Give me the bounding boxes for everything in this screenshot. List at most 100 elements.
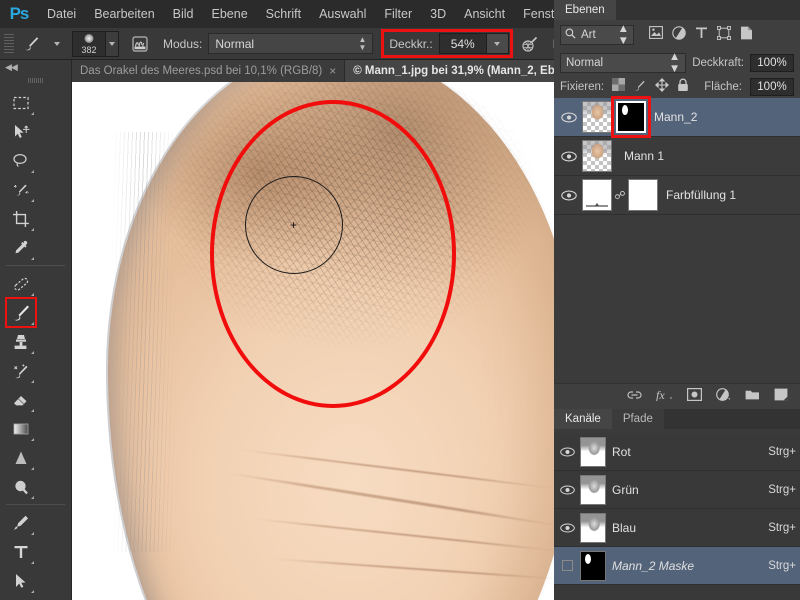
layer-mask-thumbnail[interactable] — [611, 96, 651, 138]
channel-row-mann-2-maske[interactable]: Mann_2 Maske Strg+ — [554, 547, 800, 585]
channel-thumbnail[interactable] — [580, 512, 606, 543]
shape-tool[interactable] — [6, 595, 36, 600]
layer-thumbnail[interactable] — [582, 140, 612, 172]
layer-visibility-toggle[interactable] — [556, 112, 582, 123]
menu-item-ansicht[interactable]: Ansicht — [455, 0, 514, 28]
brush-preset-dropdown-arrow[interactable] — [44, 32, 70, 56]
fill-label: Fläche: — [704, 81, 742, 93]
tab-ebenen[interactable]: Ebenen — [554, 0, 616, 20]
gradient-tool[interactable] — [6, 414, 36, 443]
eyedropper-tool[interactable] — [6, 233, 36, 262]
channel-row-rot[interactable]: Rot Strg+ — [554, 433, 800, 471]
document-tab-label-active: © Mann_1.jpg bei 31,9% (Mann_2, Eber — [353, 65, 566, 77]
menu-item-bearbeiten[interactable]: Bearbeiten — [85, 0, 163, 28]
brush-size-preset[interactable]: 382 — [72, 30, 106, 57]
chevron-updown-icon: ▲ ▼ — [617, 23, 629, 47]
fill-layer-mask-thumbnail[interactable] — [628, 179, 658, 211]
move-tool[interactable] — [6, 117, 36, 146]
dodge-tool[interactable] — [6, 472, 36, 501]
canvas-image: + — [72, 82, 554, 600]
layer-thumbnail[interactable] — [582, 101, 612, 133]
adjustment-layer-filter-icon[interactable] — [672, 25, 686, 45]
new-group-icon[interactable] — [745, 388, 760, 406]
document-tab-mann1[interactable]: © Mann_1.jpg bei 31,9% (Mann_2, Eber — [345, 60, 575, 82]
channel-thumbnail[interactable] — [580, 436, 606, 467]
airbrush-toggle-icon[interactable] — [517, 32, 543, 56]
healing-brush-tool[interactable] — [6, 269, 36, 298]
channel-thumbnail[interactable] — [580, 550, 606, 581]
channel-row-blau[interactable]: Blau Strg+ — [554, 509, 800, 547]
tab-pfade[interactable]: Pfade — [611, 409, 664, 429]
smart-object-filter-icon[interactable] — [740, 26, 753, 45]
blur-tool[interactable] — [6, 443, 36, 472]
tab-kanaele[interactable]: Kanäle — [554, 409, 612, 429]
menu-item-datei[interactable]: Datei — [38, 0, 85, 28]
channel-name-gruen: Grün — [612, 482, 639, 497]
options-bar-grip[interactable] — [4, 34, 14, 54]
document-tab-orakel[interactable]: Das Orakel des Meeres.psd bei 10,1% (RGB… — [72, 60, 346, 82]
layer-row-mann-1[interactable]: Mann 1 — [554, 137, 800, 176]
lock-image-icon[interactable] — [633, 78, 647, 97]
lasso-tool[interactable] — [6, 146, 36, 175]
channel-visibility-toggle[interactable] — [554, 447, 580, 457]
layer-row-farbfuellung-1[interactable]: ☍ Farbfüllung 1 — [554, 176, 800, 215]
layer-visibility-toggle[interactable] — [556, 190, 582, 201]
channel-visibility-empty-icon — [561, 560, 573, 571]
channel-visibility-toggle[interactable] — [554, 523, 580, 533]
channel-row-gruen[interactable]: Grün Strg+ — [554, 471, 800, 509]
lock-transparency-icon[interactable] — [612, 78, 626, 96]
layer-opacity-value[interactable]: 100% — [750, 54, 794, 72]
current-tool-brush-icon[interactable] — [18, 32, 44, 56]
type-tool[interactable] — [6, 537, 36, 566]
menu-item-ebene[interactable]: Ebene — [203, 0, 257, 28]
pen-tool[interactable] — [6, 508, 36, 537]
layers-filter-row: Art ▲ ▼ — [554, 20, 800, 50]
menu-item-bild[interactable]: Bild — [164, 0, 203, 28]
menu-item-filter[interactable]: Filter — [375, 0, 421, 28]
layer-mask-link-icon[interactable]: ☍ — [614, 189, 626, 202]
type-layer-filter-icon[interactable] — [695, 26, 708, 44]
path-selection-tool[interactable] — [6, 566, 36, 595]
brush-tool[interactable] — [5, 297, 37, 328]
crop-tool[interactable] — [6, 204, 36, 233]
layer-blend-mode-dropdown[interactable]: Normal ▲ ▼ — [560, 51, 687, 75]
add-mask-icon[interactable] — [687, 387, 703, 406]
toolbar-grip[interactable] — [0, 74, 71, 86]
hair-fuzz-edge — [112, 132, 202, 552]
brush-preset-stepper[interactable] — [106, 30, 119, 57]
fill-layer-thumbnail[interactable] — [582, 179, 612, 211]
close-icon[interactable]: × — [329, 64, 336, 78]
channel-visibility-toggle[interactable] — [554, 560, 580, 571]
pixel-layer-filter-icon[interactable] — [649, 26, 663, 44]
menu-item-schrift[interactable]: Schrift — [257, 0, 310, 28]
channel-visibility-toggle[interactable] — [554, 485, 580, 495]
lock-label: Fixieren: — [560, 81, 605, 93]
opacity-dropdown-arrow[interactable] — [486, 33, 509, 54]
rectangular-marquee-tool[interactable] — [6, 88, 36, 117]
document-canvas[interactable]: + — [72, 82, 554, 600]
history-brush-tool[interactable] — [6, 356, 36, 385]
new-layer-icon[interactable] — [774, 388, 788, 406]
channel-name-mann-2-maske: Mann_2 Maske — [612, 558, 695, 573]
menu-item-auswahl[interactable]: Auswahl — [310, 0, 375, 28]
layer-filter-dropdown[interactable]: Art ▲ ▼ — [560, 23, 634, 47]
lock-position-icon[interactable] — [655, 77, 670, 97]
eraser-tool[interactable] — [6, 385, 36, 414]
link-layers-icon[interactable] — [627, 388, 642, 406]
opacity-input[interactable]: 54% — [438, 33, 487, 54]
fx-icon[interactable]: fx — [656, 388, 673, 406]
layer-row-mann-2[interactable]: Mann_2 — [554, 96, 800, 138]
menu-item-3d[interactable]: 3D — [421, 0, 455, 28]
adjustment-layer-icon[interactable] — [716, 387, 731, 406]
toolbar-collapse-icon[interactable]: ◀◀ — [0, 60, 71, 74]
clone-stamp-tool[interactable] — [6, 327, 36, 356]
channel-thumbnail[interactable] — [580, 474, 606, 505]
quick-selection-tool[interactable] — [6, 175, 36, 204]
brush-panel-toggle-icon[interactable] — [127, 32, 153, 56]
lock-all-icon[interactable] — [677, 78, 689, 97]
layer-visibility-toggle[interactable] — [556, 151, 582, 162]
brush-cursor-crosshair-icon: + — [290, 218, 298, 232]
blend-mode-dropdown[interactable]: Normal ▲ ▼ — [208, 33, 374, 54]
shape-layer-filter-icon[interactable] — [716, 25, 732, 45]
fill-value[interactable]: 100% — [750, 78, 794, 96]
